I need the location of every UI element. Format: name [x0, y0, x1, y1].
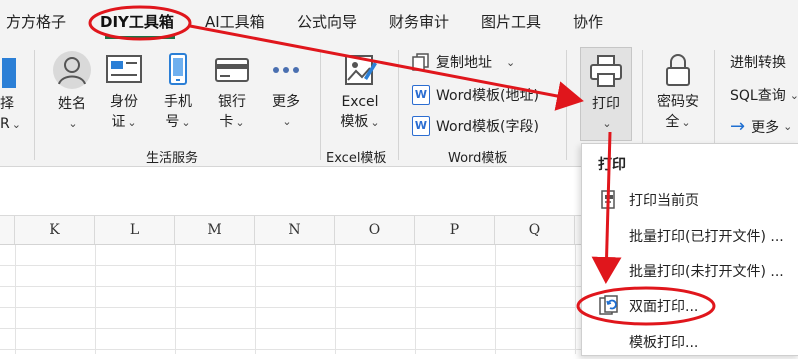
tab-diy-toolbox[interactable]: DIY工具箱 [100, 11, 174, 32]
column-header-K[interactable]: K [15, 216, 95, 244]
arrow-right-icon: → [730, 116, 746, 137]
phone-number-button[interactable]: 手机 号 ⌄ [156, 52, 200, 133]
group-label-life-services: 生活服务 [146, 151, 199, 166]
more-dots-icon [273, 67, 299, 73]
more-tools-button[interactable]: → 更多 ⌄ [730, 116, 792, 137]
more-life-button[interactable]: 更多 ⌄ [264, 52, 308, 132]
tab-collaboration[interactable]: 协作 [573, 11, 603, 32]
menu-item-batch-print-unopened[interactable]: 批量打印(未打开文件) ... [582, 254, 798, 288]
column-header-L[interactable]: L [95, 216, 175, 244]
tab-ai-toolbox[interactable]: AI工具箱 [205, 11, 265, 32]
password-security-button[interactable]: 密码安 全 ⌄ [650, 52, 706, 133]
excel-template-button[interactable]: Excel 模板 ⌄ [330, 52, 390, 133]
printer-icon [590, 55, 622, 87]
menu-item-duplex-print[interactable]: 双面打印... [582, 289, 798, 323]
tab-image-tools[interactable]: 图片工具 [481, 11, 541, 32]
word-template-field-button[interactable]: W Word模板(字段) [412, 116, 539, 136]
word-icon: W [412, 116, 430, 136]
person-icon [53, 51, 91, 89]
column-header-M[interactable]: M [175, 216, 255, 244]
tab-fangfang[interactable]: 方方格子 [6, 11, 66, 32]
dropdown-title: 打印 [598, 157, 626, 173]
id-card-icon [106, 55, 142, 83]
column-header-P[interactable]: P [415, 216, 495, 244]
phone-icon [169, 53, 187, 85]
word-template-address-button[interactable]: W Word模板(地址) [412, 85, 539, 105]
copy-address-button[interactable]: 复制地址 ⌄ [412, 52, 515, 72]
menu-item-print-current-page[interactable]: 打印当前页 [582, 183, 798, 217]
print-page-icon [601, 190, 615, 209]
excel-template-icon [345, 55, 377, 85]
ribbon-separator [398, 50, 399, 160]
copy-icon [412, 53, 429, 71]
ribbon-tab-bar: 方方格子 DIY工具箱 AI工具箱 公式向导 财务审计 图片工具 协作 [0, 0, 798, 44]
lock-icon [666, 54, 690, 86]
ribbon-separator [34, 50, 35, 160]
base-convert-button[interactable]: 进制转换 [730, 52, 786, 72]
blue-box-icon [2, 58, 16, 88]
menu-item-batch-print-open[interactable]: 批量打印(已打开文件) ... [582, 219, 798, 253]
group-label-excel-template: Excel模板 [326, 151, 387, 166]
group-label-word-template: Word模板 [448, 151, 508, 166]
duplex-print-icon [599, 295, 618, 315]
name-button[interactable]: 姓名 ⌄ [48, 50, 96, 134]
bank-card-icon [215, 58, 249, 82]
print-dropdown-menu: 打印 打印当前页 批量打印(已打开文件) ... 批量打印(未打开文件) ...… [581, 143, 798, 356]
sql-query-button[interactable]: SQL查询 ⌄ [730, 85, 798, 105]
ribbon-separator [320, 50, 321, 160]
bank-card-button[interactable]: 银行 卡 ⌄ [210, 52, 254, 133]
word-icon: W [412, 85, 430, 105]
column-header[interactable] [0, 216, 15, 244]
active-tab-indicator [105, 36, 175, 39]
tab-finance-audit[interactable]: 财务审计 [389, 11, 449, 32]
ribbon-separator [566, 50, 567, 160]
print-button[interactable]: 打印 ⌄ [580, 47, 632, 141]
id-card-button[interactable]: 身份 证 ⌄ [102, 52, 146, 133]
column-header-O[interactable]: O [335, 216, 415, 244]
partial-left-button[interactable]: 择 R ⌄ [0, 56, 22, 135]
column-header-Q[interactable]: Q [495, 216, 575, 244]
column-header-N[interactable]: N [255, 216, 335, 244]
tab-formula-wizard[interactable]: 公式向导 [297, 11, 357, 32]
